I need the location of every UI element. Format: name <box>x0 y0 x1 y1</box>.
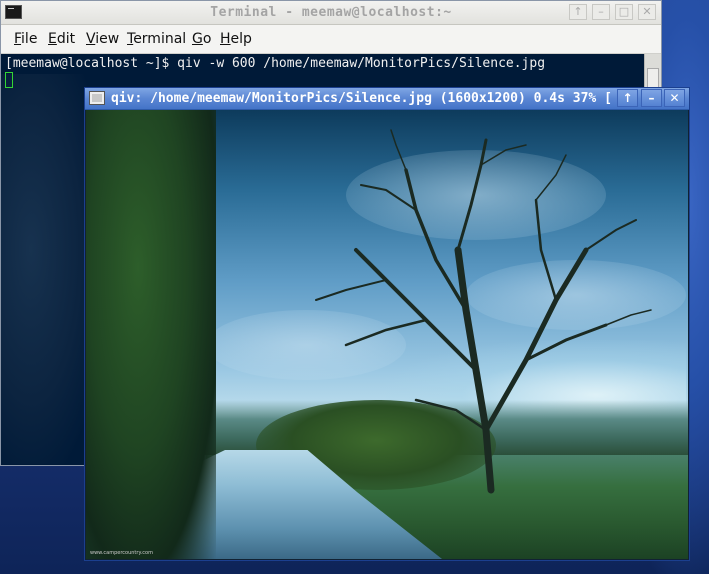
menu-go[interactable]: Go <box>192 31 211 47</box>
menu-file-label: ile <box>21 31 38 47</box>
menu-view-label: iew <box>95 31 120 47</box>
menu-go-mnemonic: G <box>192 31 203 47</box>
menu-edit[interactable]: Edit <box>48 31 75 47</box>
image-viewer-window[interactable]: qiv: /home/meemaw/MonitorPics/Silence.jp… <box>84 87 690 561</box>
close-icon[interactable]: ✕ <box>664 89 685 107</box>
image-viewer-app-icon[interactable] <box>89 91 105 105</box>
terminal-menubar: File Edit View Terminal Go Help <box>1 25 661 54</box>
minimize-icon[interactable]: – <box>592 4 610 20</box>
menu-view-mnemonic: V <box>86 31 96 47</box>
menu-go-label: o <box>202 31 212 47</box>
image-viewer-title: qiv: /home/meemaw/MonitorPics/Silence.jp… <box>111 91 611 106</box>
menu-help-label: elp <box>230 31 252 47</box>
menu-help[interactable]: Help <box>220 31 252 47</box>
terminal-titlebar[interactable]: Terminal - meemaw@localhost:~ ↑ – □ ✕ <box>1 1 661 25</box>
text-cursor <box>5 72 13 88</box>
up-arrow-icon[interactable]: ↑ <box>569 4 587 20</box>
bare-tree <box>315 129 652 494</box>
menu-file[interactable]: File <box>14 31 37 47</box>
menu-view[interactable]: View <box>86 31 119 47</box>
menu-terminal[interactable]: Terminal <box>127 31 186 47</box>
maximize-icon[interactable]: □ <box>615 4 633 20</box>
menu-edit-mnemonic: E <box>48 31 57 47</box>
command-line: [meemaw@localhost ~]$ qiv -w 600 /home/m… <box>5 56 546 71</box>
image-viewer-titlebar[interactable]: qiv: /home/meemaw/MonitorPics/Silence.jp… <box>85 88 689 110</box>
menu-edit-label: dit <box>56 31 76 47</box>
menu-help-mnemonic: H <box>220 31 231 47</box>
displayed-photo: www.campercountry.com <box>86 110 688 559</box>
close-icon[interactable]: ✕ <box>638 4 656 20</box>
menu-terminal-label: erminal <box>133 31 187 47</box>
photo-watermark: www.campercountry.com <box>90 550 153 556</box>
terminal-window-title: Terminal - meemaw@localhost:~ <box>210 5 452 20</box>
minimize-icon[interactable]: – <box>641 89 662 107</box>
menu-file-mnemonic: F <box>14 31 22 47</box>
up-arrow-icon[interactable]: ↑ <box>617 89 638 107</box>
